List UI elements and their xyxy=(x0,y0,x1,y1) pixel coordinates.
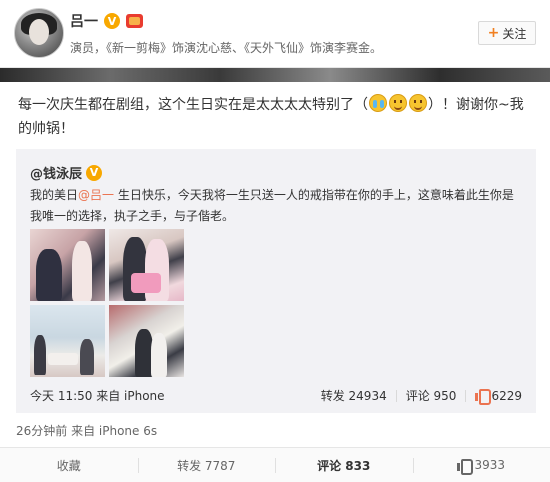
photo-thumbnail[interactable] xyxy=(109,305,184,377)
retweet-like-count: 6229 xyxy=(491,388,522,403)
retweet-text-start: 我的美日 xyxy=(30,188,79,202)
smile-emoji-icon xyxy=(409,94,427,112)
photo-thumbnail[interactable] xyxy=(30,229,105,301)
like-count: 3933 xyxy=(474,458,506,472)
retweet-author[interactable]: @钱泳辰 xyxy=(30,163,82,182)
post-text: 每一次庆生都在剧组，这个生日实在是太太太太特别了（ ）！谢谢你~我的帅锅！ xyxy=(18,93,536,141)
user-description: 演员，《新一剪梅》饰演沈心慈、《天外飞仙》饰演李赛金。 xyxy=(70,41,383,55)
comment-button[interactable]: 评论 833 xyxy=(275,448,413,482)
avatar-face xyxy=(29,19,49,45)
action-bar: 收藏 转发 7787 评论 833 3933 xyxy=(0,447,550,482)
verified-icon: V xyxy=(104,13,120,29)
divider xyxy=(465,389,467,402)
thumbs-up-icon xyxy=(475,388,492,405)
retweet-like-link[interactable]: 6229 xyxy=(475,388,522,405)
like-button[interactable]: 3933 xyxy=(412,448,550,482)
follow-label: 关注 xyxy=(502,26,527,41)
retweet-meta[interactable]: 今天 11:50 来自 iPhone xyxy=(30,387,165,404)
post-meta[interactable]: 26分钟前 来自 iPhone 6s xyxy=(16,422,157,439)
profile-header: 吕一 V 演员，《新一剪梅》饰演沈心慈、《天外飞仙》饰演李赛金。 + 关注 xyxy=(0,0,550,68)
comment-label: 评论 833 xyxy=(317,458,371,473)
thumbs-up-icon xyxy=(457,459,474,475)
cry-emoji-icon xyxy=(369,94,387,112)
repost-button[interactable]: 转发 7787 xyxy=(137,448,276,482)
photo-thumbnail[interactable] xyxy=(109,229,184,301)
follow-button[interactable]: + 关注 xyxy=(478,21,536,45)
post-text-start: 每一次庆生都在剧组，这个生日实在是太太太太特别了（ xyxy=(18,97,368,113)
user-name[interactable]: 吕一 xyxy=(70,11,98,31)
user-name-row: 吕一 V xyxy=(70,11,143,31)
favorite-label: 收藏 xyxy=(56,458,81,473)
smile-emoji-icon xyxy=(389,94,407,112)
avatar[interactable] xyxy=(14,8,64,58)
photo-thumbnail[interactable] xyxy=(30,305,105,377)
member-badge-icon xyxy=(126,14,143,28)
retweet-stats: 转发 24934 评论 950 6229 xyxy=(321,387,522,405)
cover-background xyxy=(0,68,550,82)
retweet-repost-link[interactable]: 转发 24934 xyxy=(321,387,387,404)
mention-link[interactable]: @吕一 xyxy=(78,188,114,202)
favorite-button[interactable]: 收藏 xyxy=(0,448,138,482)
retweet-text: 我的美日@吕一 生日快乐，今天我将一生只送一人的戒指带在你的手上，这意味着此生你… xyxy=(30,185,524,227)
divider xyxy=(395,389,397,402)
retweet-comment-link[interactable]: 评论 950 xyxy=(406,387,457,404)
verified-icon: V xyxy=(86,164,103,181)
repost-label: 转发 7787 xyxy=(177,458,236,473)
retweet-author-row: @钱泳辰 V xyxy=(30,163,103,182)
plus-icon: + xyxy=(487,25,500,41)
retweet-card: @钱泳辰 V 我的美日@吕一 生日快乐，今天我将一生只送一人的戒指带在你的手上，… xyxy=(16,149,536,413)
